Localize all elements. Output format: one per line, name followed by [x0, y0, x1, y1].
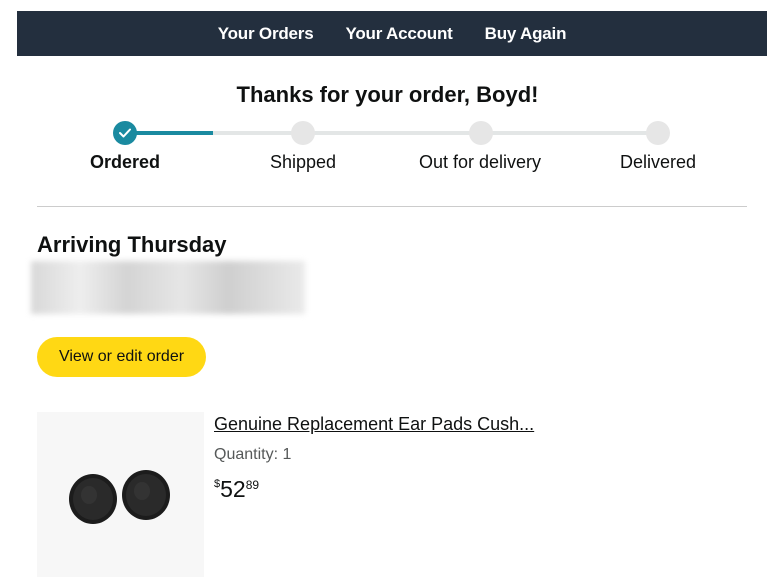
product-image[interactable] [37, 412, 204, 577]
product-price: $5289 [214, 476, 259, 503]
product-quantity: Quantity: 1 [214, 446, 292, 463]
redacted-address [31, 261, 305, 314]
step-ordered-label: Ordered [89, 152, 161, 172]
order-progress-tracker: Ordered Shipped Out for delivery Deliver… [0, 0, 775, 200]
step-delivered-label: Delivered [619, 152, 697, 172]
ear-pads-image [69, 470, 170, 524]
step-delivered-dot [646, 121, 670, 145]
step-shipped-dot [291, 121, 315, 145]
view-edit-order-button[interactable]: View or edit order [37, 337, 206, 377]
step-ordered-dot [113, 121, 137, 145]
product-name-link[interactable]: Genuine Replacement Ear Pads Cush... [214, 414, 534, 435]
arrival-heading: Arriving Thursday [37, 232, 227, 257]
section-divider [37, 206, 747, 207]
step-out-for-delivery-dot [469, 121, 493, 145]
checkmark-icon [119, 128, 131, 138]
price-currency-symbol: $ [214, 478, 221, 490]
step-shipped-label: Shipped [269, 152, 337, 172]
progress-track-fill [125, 131, 213, 135]
price-whole: 52 [220, 476, 246, 502]
step-out-for-delivery-label: Out for delivery [418, 152, 542, 172]
price-fraction: 89 [245, 478, 260, 492]
